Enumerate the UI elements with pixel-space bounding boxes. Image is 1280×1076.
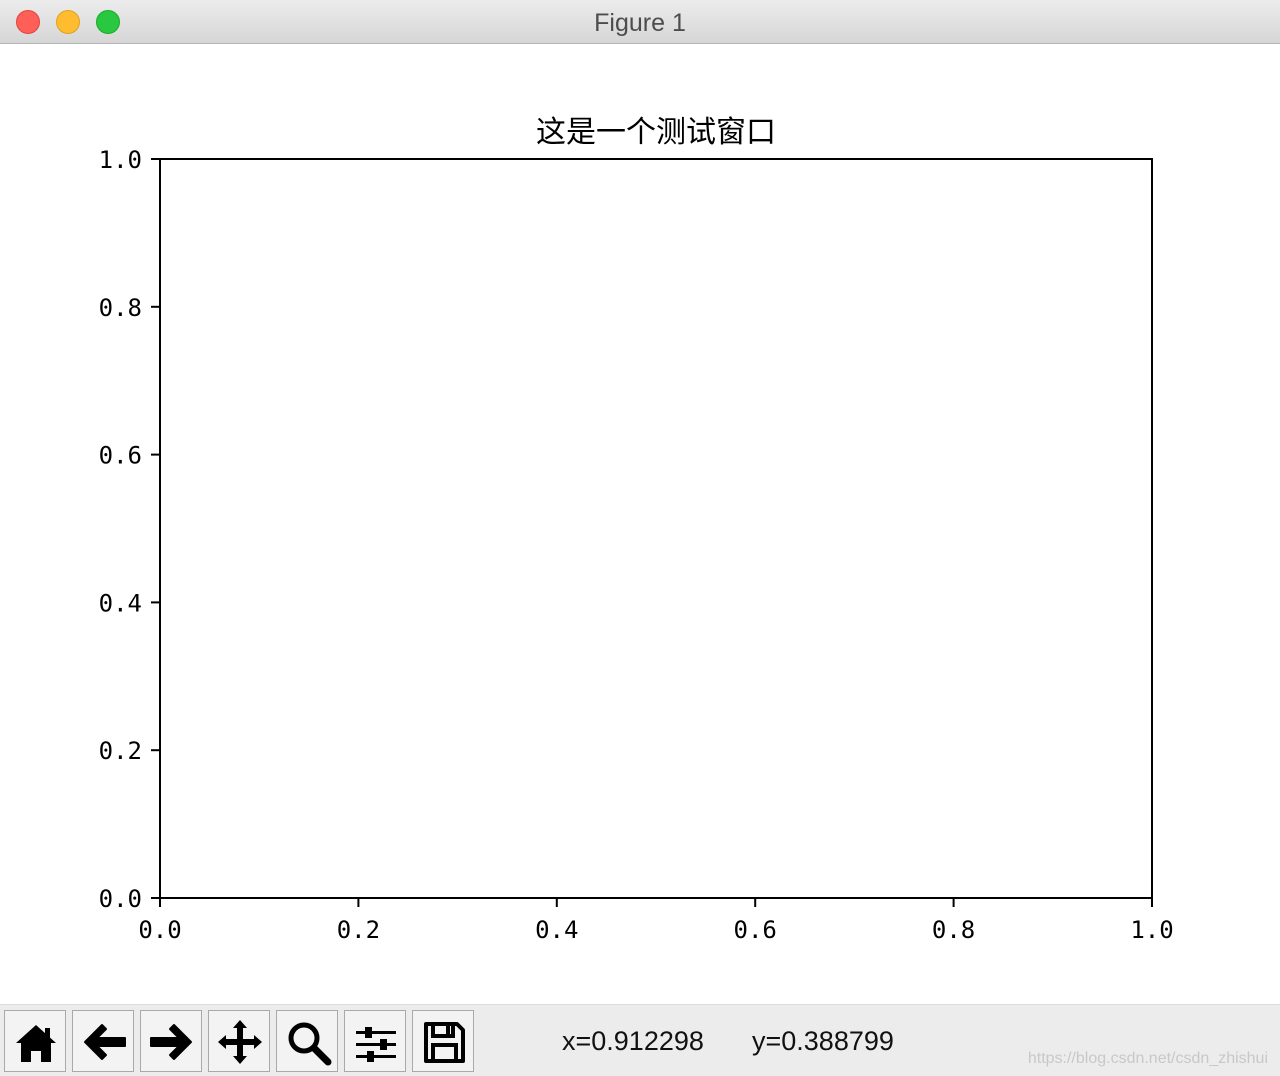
x-tick-label: 0.2 (337, 916, 380, 944)
x-tick-label: 0.4 (535, 916, 578, 944)
axes-frame (159, 158, 1153, 899)
x-tick-label: 1.0 (1130, 916, 1173, 944)
home-button[interactable] (4, 1010, 66, 1072)
arrow-left-icon (84, 1024, 126, 1060)
y-tick-label: 0.6 (99, 442, 142, 470)
y-tick-label: 0.8 (99, 294, 142, 322)
y-tick-label: 0.4 (99, 589, 142, 617)
forward-button[interactable] (140, 1010, 202, 1072)
arrow-right-icon (150, 1024, 192, 1060)
home-icon (16, 1025, 56, 1062)
y-tick-label: 1.0 (99, 146, 142, 174)
chart-title: 这是一个测试窗口 (536, 115, 776, 150)
floppy-disk-icon (424, 1022, 465, 1063)
figure-canvas[interactable]: 这是一个测试窗口 0.0 0.2 0.4 0.6 0.8 1.0 0.0 0.2 0.4 0.6 0.… (0, 44, 1280, 1004)
y-tick-label: 0.2 (99, 737, 142, 765)
watermark: https://blog.csdn.net/csdn_zhishui (1027, 1050, 1268, 1067)
x-tick-label: 0.6 (734, 916, 777, 944)
pan-button[interactable] (208, 1010, 270, 1072)
magnifier-icon (288, 1022, 332, 1066)
zoom-button[interactable] (276, 1010, 338, 1072)
save-button[interactable] (412, 1010, 474, 1072)
navigation-toolbar: x=0.912298 y=0.388799 https://blog.csdn.… (0, 1004, 1280, 1076)
move-icon (218, 1020, 262, 1064)
x-tick-label: 0.0 (138, 916, 181, 944)
y-tick-label: 0.0 (99, 885, 142, 913)
window-title: Figure 1 (594, 9, 686, 37)
chart[interactable]: 这是一个测试窗口 0.0 0.2 0.4 0.6 0.8 1.0 0.0 0.2 0.4 0.6 0.… (0, 44, 1280, 1004)
sliders-icon (356, 1027, 396, 1062)
x-coordinate-readout: x=0.912298 (562, 1026, 704, 1056)
back-button[interactable] (72, 1010, 134, 1072)
y-coordinate-readout: y=0.388799 (752, 1026, 894, 1056)
figure-window: Figure 1 这是一个测试窗口 0.0 0.2 0.4 0.6 0.8 1.0 0.0 0.… (0, 0, 1280, 1076)
title-bar[interactable]: Figure 1 (0, 0, 1280, 44)
x-tick-label: 0.8 (932, 916, 975, 944)
configure-subplots-button[interactable] (344, 1010, 406, 1072)
